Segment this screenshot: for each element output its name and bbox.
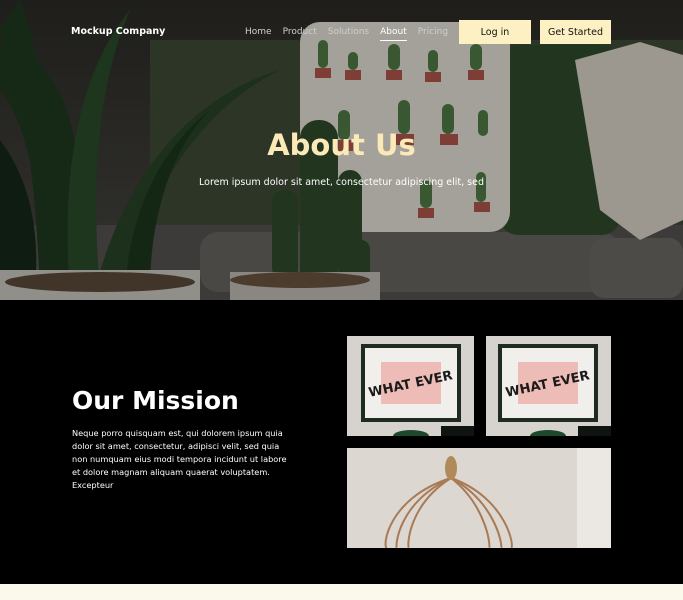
framed-print-photo: WHAT EVER	[486, 336, 611, 436]
framed-print-photo: WHAT EVER	[347, 336, 474, 436]
login-button[interactable]: Log in	[459, 20, 531, 44]
brand-logo-text[interactable]: Mockup Company	[71, 26, 165, 37]
get-started-button[interactable]: Get Started	[540, 20, 611, 44]
nav-link-pricing[interactable]: Pricing	[418, 27, 448, 41]
mission-section: Our Mission Neque porro quisquam est, qu…	[0, 300, 683, 584]
mission-description: Neque porro quisquam est, qui dolorem ip…	[72, 428, 287, 490]
nav-link-product[interactable]: Product	[283, 27, 317, 41]
footer-section	[0, 584, 683, 600]
nav-link-about[interactable]: About	[380, 27, 407, 41]
mission-title: Our Mission	[72, 386, 239, 415]
hero-section: Mockup Company Home Product Solutions Ab…	[0, 0, 683, 300]
page-title: About Us	[267, 128, 416, 162]
top-navigation: Mockup Company Home Product Solutions Ab…	[0, 0, 683, 64]
nav-link-solutions[interactable]: Solutions	[328, 27, 369, 41]
nav-links: Home Product Solutions About Pricing	[245, 27, 448, 41]
hero-subtitle: Lorem ipsum dolor sit amet, consectetur …	[199, 177, 484, 188]
nav-link-home[interactable]: Home	[245, 27, 272, 41]
hanging-hoop-photo	[347, 448, 611, 548]
